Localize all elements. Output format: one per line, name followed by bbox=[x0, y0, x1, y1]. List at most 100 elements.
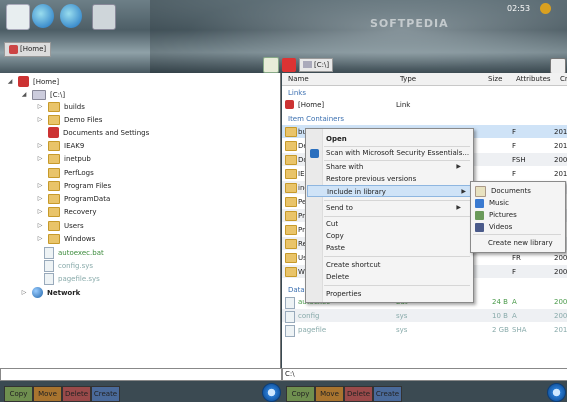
tree-item[interactable]: Documents and Settings bbox=[36, 126, 149, 139]
left-path-input[interactable] bbox=[0, 368, 282, 381]
home-icon bbox=[18, 76, 29, 87]
gear-icon-right[interactable] bbox=[547, 383, 566, 402]
right-path-input[interactable]: C:\ bbox=[282, 368, 567, 381]
column-attributes[interactable]: Attributes bbox=[516, 75, 551, 83]
context-menu: Open Scan with Microsoft Security Essent… bbox=[305, 128, 474, 303]
tree-item[interactable]: ▷ Users bbox=[36, 219, 84, 232]
collapse-arrow-icon[interactable]: ◢ bbox=[6, 78, 14, 85]
folder-icon bbox=[48, 101, 60, 112]
tree-item-home[interactable]: ◢ [Home] bbox=[6, 75, 59, 88]
home-icon bbox=[285, 100, 294, 109]
tree-file[interactable]: config.sys bbox=[44, 259, 93, 272]
submenu-arrow-icon: ▶ bbox=[456, 163, 461, 170]
grid-view-icon[interactable] bbox=[263, 56, 279, 73]
tree-item[interactable]: ▷ Recovery bbox=[36, 205, 96, 218]
tree-item[interactable]: ▷ Program Files bbox=[36, 179, 111, 192]
close-icon[interactable] bbox=[540, 3, 551, 14]
menu-item-cut[interactable]: Cut bbox=[326, 218, 338, 230]
videos-icon bbox=[475, 222, 484, 232]
folder-icon bbox=[285, 267, 297, 277]
desktop-background: SOFTPEDIA 02:53 [Home] [C:\] bbox=[0, 0, 567, 75]
expand-arrow-icon[interactable]: ▷ bbox=[36, 208, 44, 215]
home-icon bbox=[9, 45, 18, 54]
submenu-item-documents[interactable]: Documents bbox=[475, 185, 531, 197]
collapse-arrow-icon[interactable]: ◢ bbox=[20, 91, 28, 98]
list-row-file[interactable]: pagefile sys 2 GB SHA 201 bbox=[282, 323, 567, 337]
menu-item-send-to[interactable]: Send to ▶ bbox=[326, 202, 466, 214]
expand-arrow-icon[interactable]: ▷ bbox=[36, 195, 44, 202]
folder-icon bbox=[48, 140, 60, 151]
folder-icon bbox=[285, 225, 297, 235]
bottom-bar: C:\ Copy Move Delete Create Copy Move De… bbox=[0, 368, 567, 402]
tree-item[interactable]: ▷ IEAK9 bbox=[36, 139, 84, 152]
folder-icon bbox=[285, 155, 297, 165]
menu-item-open[interactable]: Open bbox=[326, 133, 347, 145]
gear-icon[interactable] bbox=[262, 383, 281, 402]
column-created[interactable]: Cr bbox=[560, 75, 567, 83]
file-icon bbox=[44, 246, 54, 259]
create-button-right[interactable]: Create bbox=[373, 386, 402, 402]
submenu-item-music[interactable]: Music bbox=[475, 197, 509, 209]
submenu-item-videos[interactable]: Videos bbox=[475, 221, 512, 233]
folder-icon bbox=[285, 197, 297, 207]
home-icon[interactable] bbox=[282, 57, 296, 72]
menu-item-create-shortcut[interactable]: Create shortcut bbox=[326, 259, 381, 271]
menu-item-delete[interactable]: Delete bbox=[326, 271, 349, 283]
tree-item[interactable]: ▷ ProgramData bbox=[36, 192, 110, 205]
menu-separator bbox=[473, 234, 561, 235]
tree-item-network[interactable]: ▷ Network bbox=[20, 286, 80, 299]
column-size[interactable]: Size bbox=[488, 75, 502, 83]
copy-button-right[interactable]: Copy bbox=[286, 386, 315, 402]
submenu-item-create-new-library[interactable]: Create new library bbox=[488, 237, 553, 249]
internet-explorer-icon[interactable] bbox=[32, 4, 54, 28]
library-submenu: Documents Music Pictures Videos Create n… bbox=[470, 181, 566, 253]
delete-button-right[interactable]: Delete bbox=[344, 386, 373, 402]
tree-item[interactable]: ▷ builds bbox=[36, 100, 85, 113]
column-name[interactable]: Name bbox=[288, 75, 309, 83]
expand-arrow-icon[interactable]: ▷ bbox=[36, 116, 44, 123]
expand-arrow-icon[interactable]: ▷ bbox=[36, 222, 44, 229]
folder-icon bbox=[48, 220, 60, 231]
expand-arrow-icon[interactable]: ▷ bbox=[36, 235, 44, 242]
tree-item[interactable]: ▷ Demo Files bbox=[36, 113, 102, 126]
menu-item-restore[interactable]: Restore previous versions bbox=[326, 173, 416, 185]
menu-item-properties[interactable]: Properties bbox=[326, 288, 361, 300]
menu-separator bbox=[324, 256, 470, 257]
tree-item[interactable]: PerfLogs bbox=[36, 166, 94, 179]
computer-icon[interactable] bbox=[6, 4, 30, 30]
list-row-home[interactable]: [Home] Link bbox=[282, 98, 567, 111]
menu-item-scan[interactable]: Scan with Microsoft Security Essentials.… bbox=[326, 147, 469, 159]
submenu-item-pictures[interactable]: Pictures bbox=[475, 209, 517, 221]
expand-arrow-icon[interactable]: ▷ bbox=[36, 155, 44, 162]
drive-icon bbox=[32, 89, 46, 100]
shortcut-folder-icon bbox=[48, 127, 59, 138]
expand-arrow-icon[interactable]: ▷ bbox=[36, 182, 44, 189]
list-row-file[interactable]: config sys 10 B A 200 bbox=[282, 309, 567, 323]
menu-item-paste[interactable]: Paste bbox=[326, 242, 345, 254]
menu-item-share-with[interactable]: Share with ▶ bbox=[326, 161, 466, 173]
app-window-icon[interactable] bbox=[92, 4, 116, 30]
delete-button[interactable]: Delete bbox=[62, 386, 91, 402]
tree-item[interactable]: ▷ Windows bbox=[36, 232, 95, 245]
menu-item-copy[interactable]: Copy bbox=[326, 230, 344, 242]
file-icon bbox=[285, 311, 295, 323]
expand-arrow-icon[interactable]: ▷ bbox=[20, 289, 28, 296]
menu-item-include-in-library[interactable]: Include in library ▶ bbox=[307, 185, 472, 197]
expand-arrow-icon[interactable]: ▷ bbox=[36, 103, 44, 110]
move-button-right[interactable]: Move bbox=[315, 386, 344, 402]
breadcrumb[interactable]: [C:\] bbox=[299, 57, 334, 72]
shield-icon bbox=[310, 149, 319, 158]
tree-file[interactable]: pagefile.sys bbox=[44, 272, 100, 285]
tree-item[interactable]: ▷ inetpub bbox=[36, 152, 91, 165]
column-type[interactable]: Type bbox=[400, 75, 416, 83]
internet-explorer-icon-2[interactable] bbox=[60, 4, 82, 28]
music-icon bbox=[475, 198, 484, 208]
home-tab[interactable]: [Home] bbox=[4, 42, 52, 57]
move-button[interactable]: Move bbox=[33, 386, 62, 402]
copy-button[interactable]: Copy bbox=[4, 386, 33, 402]
copy-pane-icon[interactable] bbox=[550, 58, 566, 74]
tree-file[interactable]: autoexec.bat bbox=[44, 246, 104, 259]
expand-arrow-icon[interactable]: ▷ bbox=[36, 142, 44, 149]
menu-separator bbox=[324, 216, 470, 217]
create-button[interactable]: Create bbox=[91, 386, 120, 402]
